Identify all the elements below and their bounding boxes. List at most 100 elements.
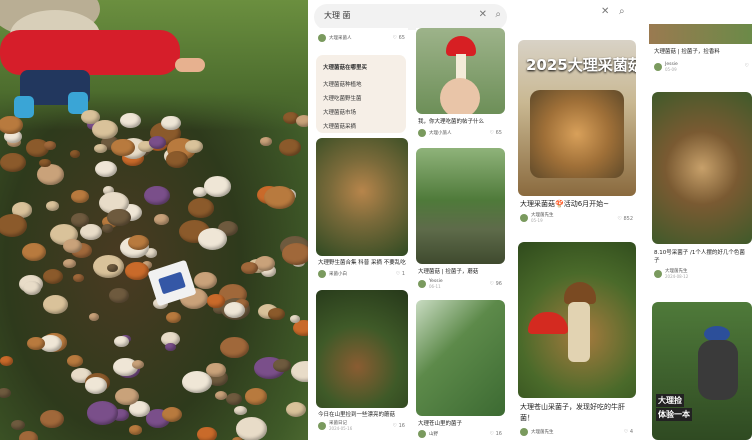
mushroom — [87, 401, 118, 425]
mushroom — [114, 336, 129, 348]
mushroom — [0, 214, 28, 238]
search-bar[interactable]: 大理 菌 ✕ ⌕ — [314, 4, 507, 30]
mushroom — [42, 269, 64, 285]
mushroom — [111, 138, 135, 157]
suggestion-item[interactable]: 大理菌菇市场 — [323, 108, 356, 116]
like-count[interactable]: ♡ 16 — [393, 423, 405, 429]
mushroom — [62, 238, 82, 253]
mushroom — [70, 212, 90, 227]
result-card[interactable]: 大理采菌人 ♡ 65 — [316, 28, 408, 48]
suggestion-item[interactable]: 大理菌菇种植地 — [323, 80, 362, 88]
avatar — [318, 270, 326, 278]
mushroom — [295, 114, 308, 128]
mushroom — [291, 360, 308, 383]
mushroom — [27, 336, 45, 350]
suggestion-item[interactable]: 大理菌菇采摘 — [323, 122, 356, 130]
mushroom — [11, 419, 25, 431]
like-count[interactable]: ♡ 4 — [624, 429, 633, 435]
card-image — [316, 290, 408, 408]
close-icon[interactable]: ✕ — [479, 9, 487, 20]
mushroom-ground-photo — [0, 0, 308, 440]
mushroom — [278, 139, 301, 156]
overlay-title: 2025大理采菌菇 — [526, 56, 636, 74]
mushroom — [194, 272, 218, 290]
result-card[interactable]: 8.10号采菌子 /1个人摆的好几个色菌子 大理菌先生 2024-08-12 — [652, 92, 752, 292]
mushroom — [73, 273, 85, 283]
card-image — [416, 28, 505, 114]
mushroom — [18, 431, 39, 440]
mushroom — [132, 359, 145, 370]
mushroom — [95, 160, 118, 178]
mushroom — [245, 388, 268, 405]
suggestion-item[interactable]: 大理吃菌野生菌 — [323, 94, 362, 102]
card-image — [316, 138, 408, 256]
close-icon[interactable]: ✕ — [601, 6, 609, 17]
like-count[interactable]: ♡ 65 — [490, 130, 502, 136]
search-input[interactable]: 大理 菌 — [324, 10, 351, 21]
mushroom — [185, 140, 203, 154]
mushroom — [272, 358, 292, 373]
mushroom — [225, 393, 242, 406]
avatar — [654, 270, 662, 278]
card-image: 2025大理采菌菇 — [518, 40, 636, 196]
avatar — [418, 430, 426, 438]
result-card[interactable]: 大理苍山采菌子，发现好吃的牛肝菌！ 大理菌先生 ♡ 4 — [518, 242, 636, 440]
mushroom — [286, 402, 307, 418]
avatar — [418, 129, 426, 137]
mushroom — [36, 164, 65, 185]
card-image — [518, 242, 636, 398]
mushroom — [203, 176, 232, 197]
mushroom — [91, 119, 118, 139]
mushroom — [197, 227, 228, 251]
overlay-text: 体验一本 — [656, 408, 692, 421]
search-results-panel-3: 大理菌菇 | 捡菌子，捡香料 Jessie 05-09 ♡ 8.10号采菌子 /1… — [649, 0, 752, 440]
mushroom — [162, 407, 183, 423]
like-count[interactable]: ♡ 96 — [490, 281, 502, 287]
search-icon[interactable]: ⌕ — [619, 6, 625, 17]
mushroom — [255, 255, 276, 271]
avatar — [520, 428, 528, 436]
result-card[interactable]: 今日在山里捡到一些漂亮的蘑菇 采菌日记 2024-05-16 ♡ 16 — [316, 290, 408, 440]
mushroom — [260, 137, 272, 147]
mushroom — [46, 200, 60, 211]
mushroom — [154, 213, 169, 225]
mushroom — [282, 243, 308, 265]
search-icon[interactable]: ⌕ — [495, 9, 501, 20]
avatar — [520, 214, 528, 222]
result-card[interactable]: 大理捡 体验一本 — [652, 302, 752, 440]
mushroom — [94, 143, 107, 153]
result-card[interactable]: 大理菌菇 | 捡菌子，捡香料 Jessie 05-09 ♡ — [652, 44, 752, 80]
like-count[interactable]: ♡ 16 — [490, 431, 502, 437]
mushroom — [39, 410, 64, 429]
mushroom — [0, 152, 26, 172]
like-count[interactable]: ♡ 852 — [617, 216, 633, 222]
mushroom — [69, 150, 80, 158]
mushroom — [197, 427, 217, 440]
suggestion-header[interactable]: 大理菌菇在哪里买 — [323, 63, 367, 71]
mushroom — [220, 336, 249, 358]
like-count[interactable]: ♡ 65 — [393, 35, 405, 41]
card-image — [652, 92, 752, 244]
result-card[interactable]: 大理野生菌合集 科普 采摘 不要乱吃 采菌小白 ♡ 1 — [316, 138, 408, 284]
card-image — [416, 148, 505, 264]
result-card[interactable]: 我，你大理吃菌的帖子什么 大理小旅人 ♡ 65 — [416, 28, 505, 140]
avatar — [418, 280, 426, 288]
card-image: 大理捡 体验一本 — [652, 302, 752, 440]
result-card[interactable]: 大理菌菇 | 捡菌子，蘑菇 Yessie 06-11 ♡ 96 — [416, 148, 505, 292]
mushroom — [289, 315, 300, 323]
mushroom — [166, 150, 189, 168]
like-count[interactable]: ♡ 1 — [396, 271, 405, 277]
like-icon[interactable]: ♡ — [745, 63, 749, 69]
mushroom — [149, 135, 167, 149]
avatar — [318, 34, 326, 42]
mushroom — [187, 198, 214, 218]
overlay-text: 大理捡 — [656, 394, 684, 407]
mushroom — [88, 313, 100, 321]
result-card[interactable]: 大理苍山里的菌子 山野 ♡ 16 — [416, 300, 505, 440]
mushroom — [207, 294, 225, 308]
card-image — [416, 300, 505, 416]
mushroom — [206, 362, 226, 378]
mushroom — [67, 355, 83, 368]
mushroom — [23, 281, 42, 296]
result-card[interactable]: 2025大理采菌菇 大理采菌菇🍄活动6月开始~ 大理菌先生 05-19 ♡ 852 — [518, 40, 636, 232]
